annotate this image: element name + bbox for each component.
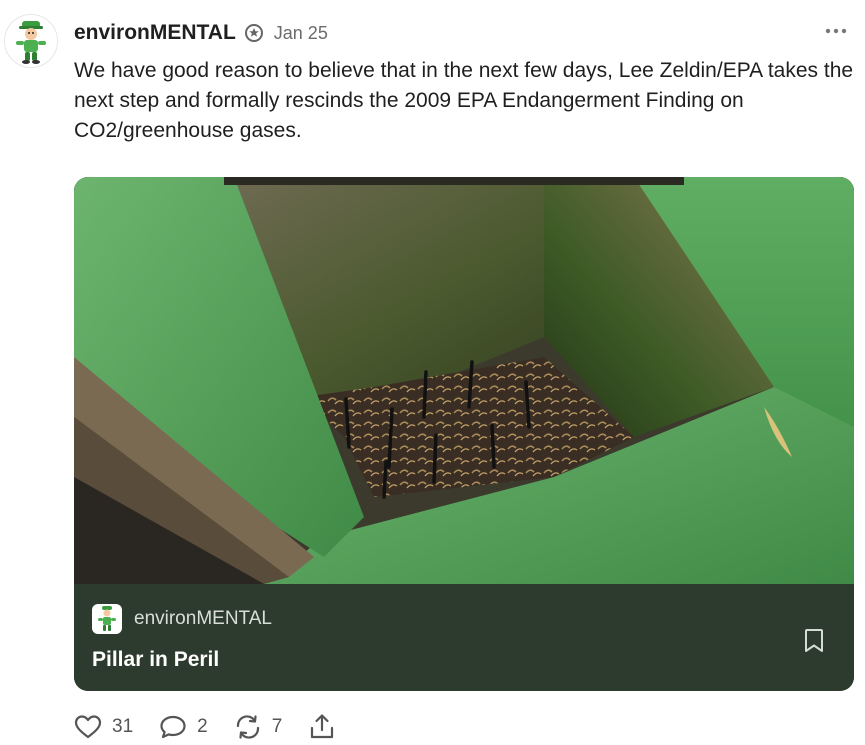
comment-count: 2 xyxy=(197,716,208,737)
publication-name: environMENTAL xyxy=(134,608,272,629)
heart-icon xyxy=(74,714,102,740)
mascot-avatar-icon xyxy=(5,15,57,67)
author-avatar[interactable] xyxy=(4,14,58,68)
post-text: We have good reason to believe that in t… xyxy=(74,59,854,142)
like-count: 31 xyxy=(112,716,134,737)
publication-logo-icon xyxy=(92,604,122,634)
comment-button[interactable]: 2 xyxy=(159,714,208,740)
share-button[interactable] xyxy=(308,713,336,741)
more-options-icon[interactable] xyxy=(823,20,849,42)
card-footer: environMENTAL Pillar in Peril xyxy=(74,584,854,691)
publication-row: environMENTAL xyxy=(92,604,272,634)
comment-icon xyxy=(159,714,187,740)
action-bar: 31 2 7 xyxy=(74,710,362,744)
embedded-post-card[interactable]: environMENTAL Pillar in Peril xyxy=(74,177,854,691)
share-icon xyxy=(308,713,336,741)
post-cover-image xyxy=(74,177,854,584)
restack-button[interactable]: 7 xyxy=(234,714,283,740)
like-button[interactable]: 31 xyxy=(74,714,133,740)
embedded-post-title: Pillar in Peril xyxy=(92,648,220,671)
note-post: environMENTAL Jan 25 We have good reason… xyxy=(0,0,865,745)
post-date[interactable]: Jan 25 xyxy=(274,23,328,44)
verified-badge-icon xyxy=(244,23,264,43)
post-header: environMENTAL Jan 25 xyxy=(74,18,328,48)
author-name[interactable]: environMENTAL xyxy=(74,21,236,45)
bookmark-icon[interactable] xyxy=(802,628,826,654)
restack-count: 7 xyxy=(271,716,283,737)
restack-icon xyxy=(234,714,262,740)
